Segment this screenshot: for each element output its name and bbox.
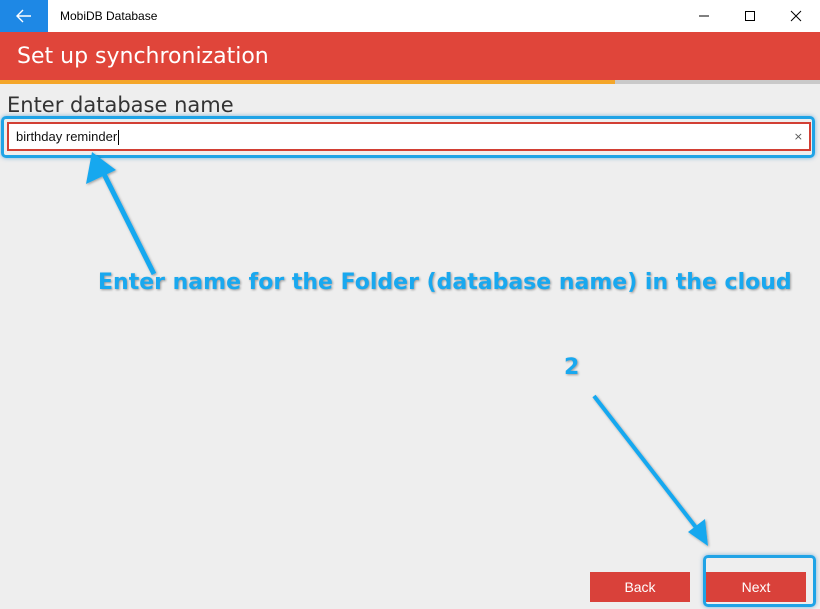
- minimize-icon: [699, 15, 709, 17]
- back-nav-button[interactable]: [0, 0, 48, 32]
- close-window-button[interactable]: [773, 0, 819, 32]
- back-button[interactable]: Back: [590, 572, 690, 602]
- page-header: Set up synchronization: [0, 32, 820, 80]
- arrow-up-to-input: [86, 152, 157, 276]
- wizard-progress-fill: [0, 80, 615, 84]
- close-icon: [790, 10, 802, 22]
- annotation-text: Enter name for the Folder (database name…: [98, 270, 792, 295]
- step-number-label: 2: [564, 355, 580, 380]
- window-titlebar: MobiDB Database: [0, 0, 820, 32]
- maximize-button[interactable]: [727, 0, 773, 32]
- minimize-button[interactable]: [681, 0, 727, 32]
- page-title: Set up synchronization: [17, 44, 269, 69]
- database-name-label: Enter database name: [7, 93, 234, 117]
- annotation-arrows: [86, 152, 708, 546]
- arrow-down-to-next: [592, 394, 708, 546]
- database-name-input[interactable]: birthday reminder ×: [7, 122, 811, 151]
- app-title: MobiDB Database: [60, 9, 158, 23]
- next-button[interactable]: Next: [706, 572, 806, 602]
- database-name-value-wrap: birthday reminder: [16, 124, 120, 149]
- wizard-progress-bar: [0, 80, 820, 84]
- back-arrow-icon: [16, 9, 31, 23]
- clear-input-icon[interactable]: ×: [794, 124, 803, 149]
- database-name-value: birthday reminder: [16, 129, 118, 144]
- maximize-icon: [745, 11, 755, 21]
- text-caret: [118, 130, 120, 146]
